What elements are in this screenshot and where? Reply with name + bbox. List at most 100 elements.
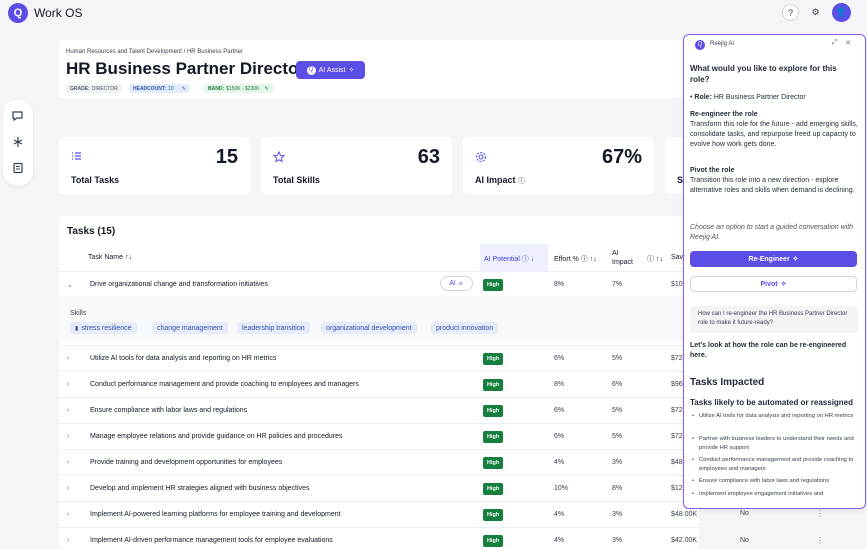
skill-chip[interactable]: leadership transition — [237, 322, 310, 334]
headcount-pill[interactable]: HEADCOUNT: 10 ✎ — [129, 84, 190, 93]
skill-chip[interactable]: product innovation — [431, 322, 499, 334]
button-label: Re-Engineer — [748, 255, 790, 263]
chat-icon[interactable] — [11, 110, 25, 124]
chevron-right-icon[interactable]: › — [67, 459, 69, 466]
user-avatar[interactable]: 👤 — [832, 3, 851, 22]
column-header-icons[interactable]: ⓘ ↑↓ — [647, 254, 663, 264]
ai-assist-button[interactable]: Q AI Assist ✧ — [296, 61, 365, 79]
sort-icon[interactable]: ↑↓ — [590, 256, 597, 263]
grade-value: DIRECTOR — [91, 85, 118, 92]
task-name: Utilize AI tools for data analysis and r… — [90, 355, 277, 362]
savings-value: $48 — [671, 459, 683, 466]
sort-icon[interactable]: ↑↓ — [125, 254, 132, 261]
chevron-right-icon[interactable]: › — [67, 537, 69, 544]
skill-chip[interactable]: ▮ stress resilience — [70, 322, 137, 334]
ai-button[interactable]: AI ✧ — [440, 276, 473, 291]
info-icon[interactable]: ⓘ — [522, 256, 529, 263]
info-icon[interactable]: ⓘ — [518, 178, 525, 185]
pivot-button[interactable]: Pivot ✧ — [690, 276, 857, 292]
effort-value: 4% — [554, 537, 565, 544]
table-row[interactable]: › Utilize AI tools for data analysis and… — [59, 345, 699, 371]
sparkle-icon: ✧ — [348, 67, 355, 74]
gear-icon[interactable]: ⚙ — [807, 4, 824, 21]
sort-icon[interactable]: ↓ — [531, 256, 535, 263]
ai-potential-badge: High — [483, 353, 504, 365]
list-icon — [71, 151, 82, 164]
flag-value: No — [740, 537, 749, 544]
app-logo[interactable]: Q — [8, 3, 28, 23]
pencil-icon[interactable]: ✎ — [264, 86, 268, 92]
breadcrumb[interactable]: Human Resources and Talent Development /… — [66, 49, 243, 55]
skill-chip[interactable]: change management — [152, 322, 228, 334]
effort-value: 4% — [554, 459, 565, 466]
more-options-icon[interactable]: ⋮ — [816, 509, 824, 518]
chevron-right-icon[interactable]: › — [67, 511, 69, 518]
chevron-right-icon[interactable]: › — [67, 355, 69, 362]
tasks-title: Tasks (15) — [67, 226, 116, 237]
table-row[interactable]: › Conduct performance management and pro… — [59, 371, 699, 397]
impacted-task-item: Partner with business leaders to underst… — [690, 435, 858, 453]
task-name: Implement AI-powered learning platforms … — [90, 511, 341, 518]
help-icon[interactable]: ? — [782, 4, 799, 21]
role-label: Role: — [694, 94, 712, 101]
task-name: Provide training and development opportu… — [90, 459, 283, 466]
flag-value: No — [740, 510, 749, 517]
more-options-icon[interactable]: ⋮ — [816, 536, 824, 545]
reengineer-button[interactable]: Re-Engineer ✧ — [690, 251, 857, 267]
document-icon[interactable] — [11, 162, 25, 176]
column-header-task-name[interactable]: Task Name ↑↓ — [88, 254, 132, 261]
chevron-down-icon[interactable]: ⌄ — [67, 281, 73, 289]
task-name: Ensure compliance with labor laws and re… — [90, 407, 248, 414]
chevron-right-icon[interactable]: › — [67, 485, 69, 492]
ai-assist-label: AI Assist — [318, 66, 346, 74]
table-row[interactable]: › Implement AI-powered learning platform… — [59, 501, 699, 527]
impacted-task-item: Conduct performance management and provi… — [690, 456, 858, 474]
bar-chart-icon: ▮ — [75, 325, 79, 332]
table-row[interactable]: › Ensure compliance with labor laws and … — [59, 397, 699, 423]
ai-impact-value: 3% — [612, 459, 623, 466]
savings-value: $72 — [671, 433, 683, 440]
page-title: HR Business Partner Director — [66, 59, 306, 78]
sort-icon[interactable]: ↑↓ — [656, 256, 663, 263]
effort-value: 10% — [554, 485, 569, 492]
assistant-reply: Let's look at how the role can be re-eng… — [690, 342, 847, 359]
ai-impact-value: 5% — [612, 407, 623, 414]
band-pill[interactable]: BAND: $150K - $230K ✎ — [204, 84, 273, 93]
ai-impact-value: 8% — [612, 485, 623, 492]
skill-label: stress resilience — [81, 324, 132, 332]
table-row[interactable]: ⌄ Drive organizational change and transf… — [59, 271, 699, 297]
table-row[interactable]: › Provide training and development oppor… — [59, 449, 699, 475]
skill-chip[interactable]: organizational development — [321, 322, 417, 334]
top-bar: Q Work OS ? ⚙ 👤 — [0, 0, 867, 26]
tasks-impacted-heading: Tasks Impacted — [690, 377, 765, 388]
close-icon[interactable]: ✕ — [845, 39, 851, 47]
band-label: BAND: — [208, 85, 225, 92]
chevron-right-icon[interactable]: › — [67, 433, 69, 440]
skills-panel: Skills ▮ stress resilience change managem… — [59, 296, 699, 342]
table-row[interactable]: › Manage employee relations and provide … — [59, 423, 699, 449]
task-name: Manage employee relations and provide gu… — [90, 433, 343, 440]
grade-label: GRADE: — [70, 85, 90, 92]
stat-label-text: AI Impact — [475, 175, 516, 185]
column-header-effort[interactable]: Effort % ⓘ ↑↓ — [554, 254, 597, 264]
sparkle-icon[interactable] — [11, 136, 25, 150]
gear-icon — [475, 151, 487, 166]
info-icon[interactable]: ⓘ — [581, 256, 588, 263]
chevron-right-icon[interactable]: › — [67, 381, 69, 388]
expand-icon[interactable]: ⤢ — [832, 39, 838, 47]
savings-value: $42.00K — [671, 537, 698, 544]
table-row[interactable]: › Implement AI-driven performance manage… — [59, 527, 699, 549]
ai-impact-value: 6% — [612, 381, 623, 388]
savings-value: $10 — [671, 281, 683, 288]
column-header-ai-impact[interactable]: AI Impact — [612, 249, 633, 267]
ai-potential-badge: High — [483, 279, 504, 291]
info-icon[interactable]: ⓘ — [647, 256, 654, 263]
chevron-right-icon[interactable]: › — [67, 407, 69, 414]
pencil-icon[interactable]: ✎ — [182, 86, 186, 92]
pivot-description: Transition this role into a new directio… — [690, 177, 855, 194]
sparkle-icon: ✧ — [457, 280, 464, 288]
ai-impact-value: 3% — [612, 511, 623, 518]
table-row[interactable]: › Develop and implement HR strategies al… — [59, 475, 699, 501]
column-header-ai-potential[interactable]: AI Potential ⓘ ↓ — [484, 254, 534, 264]
column-header-savings[interactable]: Sav — [671, 254, 683, 261]
